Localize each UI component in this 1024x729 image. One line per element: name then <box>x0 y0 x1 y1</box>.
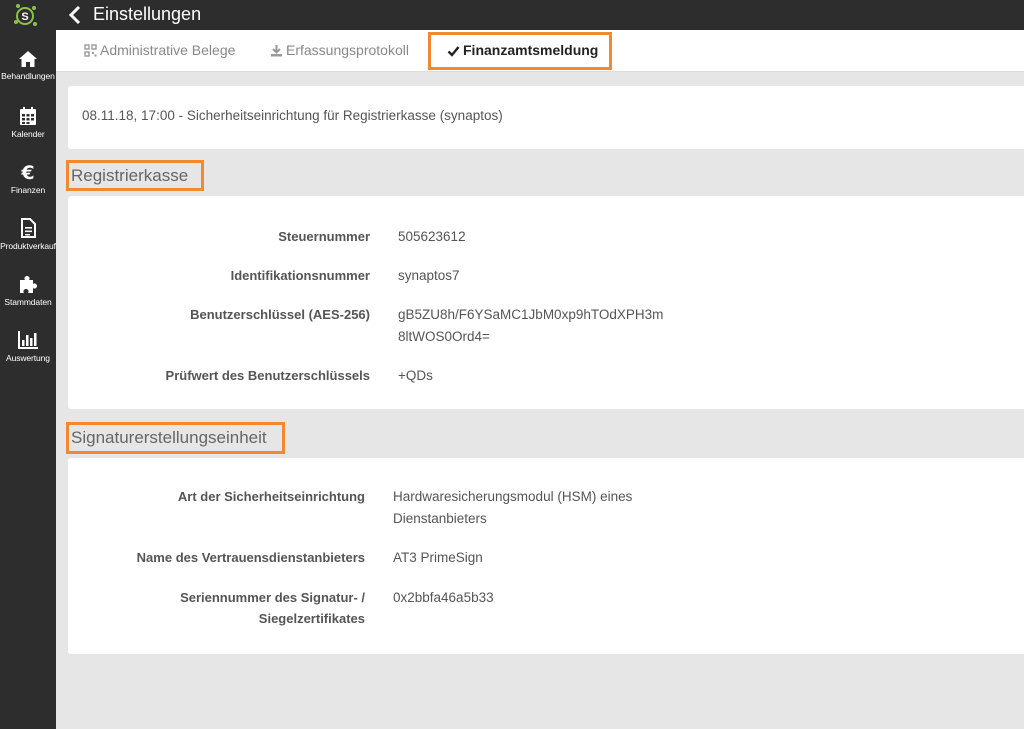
field-label: Prüfwert des Benutzerschlüssels <box>165 368 370 383</box>
log-entry-card: 08.11.18, 17:00 - Sicherheitseinrichtung… <box>68 86 1024 149</box>
field-value: Hardwaresicherungsmodul (HSM) eines <box>393 489 633 504</box>
sidebar-item-behandlungen[interactable]: Behandlungen <box>0 50 56 81</box>
signatur-card: Art der Sicherheitseinrichtung Hardwares… <box>68 458 1024 654</box>
tab-erfassungsprotokoll[interactable]: Erfassungsprotokoll <box>270 30 409 71</box>
sidebar-item-produktverkauf[interactable]: Produktverkauf <box>0 218 56 251</box>
chevron-left-icon[interactable] <box>68 5 82 30</box>
log-entry-text: 08.11.18, 17:00 - Sicherheitseinrichtung… <box>82 108 503 123</box>
sidebar-item-finanzen[interactable]: € Finanzen <box>0 162 56 195</box>
svg-text:€: € <box>20 162 34 182</box>
field-value: 505623612 <box>398 229 466 244</box>
download-icon <box>271 45 282 57</box>
field-value: +QDs <box>398 368 433 383</box>
page-title: Einstellungen <box>93 4 202 24</box>
highlight-box <box>428 32 612 70</box>
field-label: Name des Vertrauensdienstanbieters <box>136 550 365 565</box>
sidebar-item-label: Auswertung <box>6 353 50 363</box>
sidebar-item-kalender[interactable]: Kalender <box>0 106 56 139</box>
tab-bar: Administrative Belege Erfassungsprotokol… <box>56 30 1024 72</box>
sidebar-item-auswertung[interactable]: Auswertung <box>0 330 56 363</box>
qr-code-icon <box>84 44 97 57</box>
svg-text:S: S <box>21 11 28 23</box>
euro-icon: € <box>20 162 34 182</box>
tab-administrative-belege[interactable]: Administrative Belege <box>84 30 235 71</box>
tab-label: Administrative Belege <box>100 42 236 58</box>
puzzle-icon <box>20 276 37 293</box>
field-value: gB5ZU8h/F6YSaMC1JbM0xp9hTOdXPH3m <box>398 307 664 322</box>
field-label: Art der Sicherheitseinrichtung <box>177 489 365 504</box>
field-value: 0x2bbfa46a5b33 <box>393 590 494 605</box>
field-label: Identifikationsnummer <box>230 268 370 283</box>
highlight-box <box>66 422 285 454</box>
bar-chart-icon <box>18 331 38 349</box>
document-icon <box>21 218 36 238</box>
top-bar: Einstellungen <box>56 0 1024 30</box>
field-value: 8ltWOS0Ord4= <box>398 329 490 344</box>
field-label: Steuernummer <box>278 229 370 244</box>
home-icon <box>19 51 37 67</box>
field-label: Benutzerschlüssel (AES-256) <box>190 307 370 322</box>
registrierkasse-card: Steuernummer 505623612 Identifikationsnu… <box>68 196 1024 409</box>
field-value: AT3 PrimeSign <box>393 550 483 565</box>
sidebar-item-label: Finanzen <box>10 185 46 195</box>
field-value: Dienstanbieters <box>393 511 487 526</box>
highlight-box <box>66 160 204 191</box>
field-label: Siegelzertifikates <box>258 611 365 626</box>
sidebar-item-label: Stammdaten <box>4 297 52 307</box>
calendar-icon <box>20 107 36 125</box>
sidebar: S Behandlungen Kalender € Finanzen Produ… <box>0 0 56 729</box>
sidebar-item-stammdaten[interactable]: Stammdaten <box>0 274 56 307</box>
sidebar-item-label: Produktverkauf <box>0 241 56 251</box>
sidebar-item-label: Behandlungen <box>1 71 55 81</box>
synaptos-logo[interactable]: S <box>12 2 38 28</box>
field-label: Seriennummer des Signatur- / <box>180 590 365 605</box>
tab-label: Erfassungsprotokoll <box>286 42 409 58</box>
sidebar-item-label: Kalender <box>11 129 45 139</box>
field-value: synaptos7 <box>398 268 460 283</box>
